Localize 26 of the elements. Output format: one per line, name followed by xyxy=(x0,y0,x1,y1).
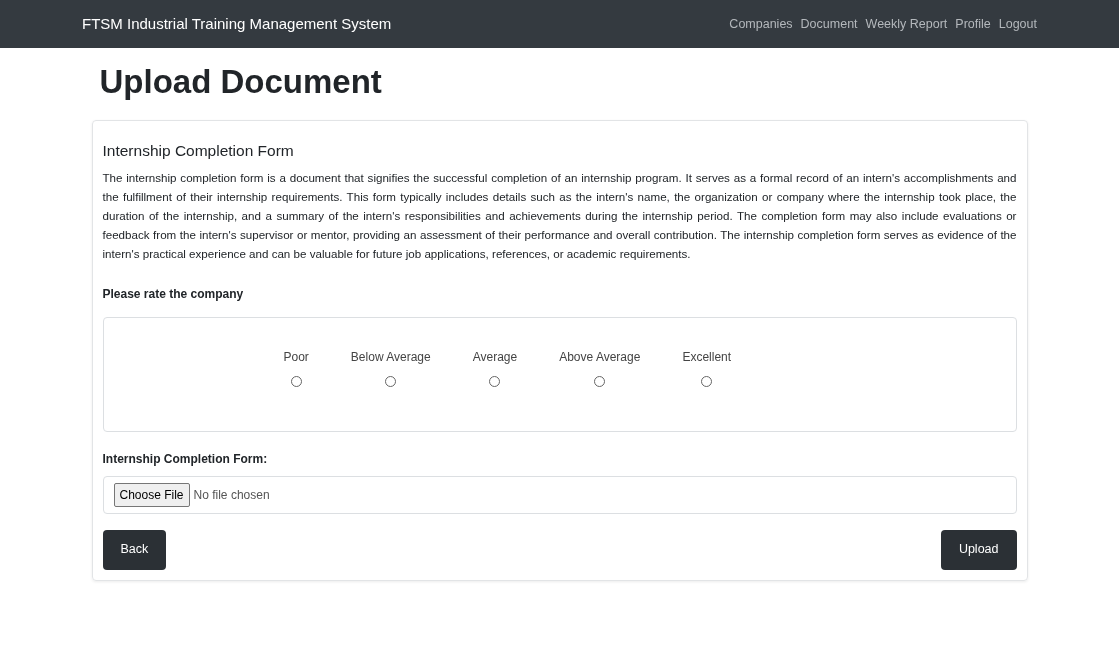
nav-link[interactable]: Weekly Report xyxy=(865,14,948,34)
rating-option-label: Above Average xyxy=(559,348,641,366)
brand-title[interactable]: FTSM Industrial Training Management System xyxy=(82,12,392,36)
form-title: Internship Completion Form xyxy=(102,140,295,161)
nav-link[interactable]: Logout xyxy=(998,14,1037,34)
rating-radio[interactable] xyxy=(594,375,606,387)
form-description: The internship completion form is a document that signifies the successful completion of an internship program. It serves as a formal record of an intern's accomplishments and the fulfillment of their internship requirements. This form typically includes details such as the intern's name, the organization or company where the internship took place, the duration of the internship, and a summary of the intern's responsibilities and achievements during the internship period. The completion form may also include evaluations or feedback from the intern's supervisor or mentor, providing an assessment of their performance and overall contribution. The internship completion form serves as evidence of the intern's practical experience and can be valuable for future job applications, references, or academic requirements. xyxy=(102,169,1017,262)
rating-label: Please rate the company xyxy=(102,285,245,303)
file-label: Internship Completion Form: xyxy=(102,450,269,468)
file-status-text: No file chosen xyxy=(193,486,270,504)
rating-option-label: Average xyxy=(472,348,518,366)
back-button[interactable]: Back xyxy=(102,529,167,570)
rating-radio[interactable] xyxy=(385,375,397,387)
nav-link[interactable]: Document xyxy=(800,14,858,34)
page-title: Upload Document xyxy=(99,62,383,102)
rating-option-label: Excellent xyxy=(682,348,732,366)
rating-option-label: Below Average xyxy=(350,348,431,366)
upload-button[interactable]: Upload xyxy=(940,529,1017,570)
choose-file-button[interactable]: Choose File xyxy=(113,482,190,507)
rating-radio[interactable] xyxy=(290,375,302,387)
file-field[interactable]: Choose File No file chosen xyxy=(102,475,1017,514)
rating-radio[interactable] xyxy=(489,375,501,387)
rating-option-label: Poor xyxy=(283,348,309,366)
nav-link[interactable]: Companies xyxy=(729,14,793,34)
rating-radio[interactable] xyxy=(701,375,713,387)
nav-link[interactable]: Profile xyxy=(955,14,991,34)
